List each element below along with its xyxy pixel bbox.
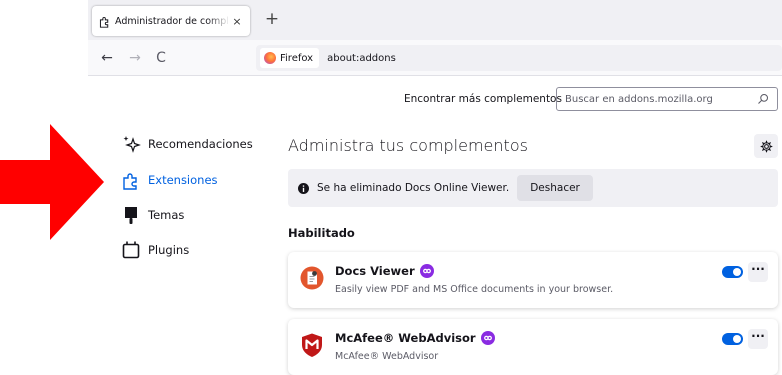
back-button[interactable]: ← <box>98 49 116 67</box>
section-heading-enabled: Habilitado <box>288 226 355 240</box>
recommended-badge-icon <box>419 264 434 278</box>
forward-button[interactable]: → <box>126 49 144 67</box>
identity-label: Firefox <box>280 52 314 64</box>
addon-enable-toggle[interactable] <box>722 333 743 345</box>
sidebar-item-label: Plugins <box>148 243 190 257</box>
plugin-icon <box>121 240 141 260</box>
sidebar-item-plugins[interactable]: Plugins <box>121 238 189 262</box>
sidebar-item-label: Recomendaciones <box>148 137 253 151</box>
sidebar-item-themes[interactable]: Temas <box>121 203 184 227</box>
navigation-toolbar: ← → C Firefox about:addons <box>88 40 782 76</box>
recommended-badge-icon <box>480 331 495 345</box>
reload-button[interactable]: C <box>152 49 170 67</box>
new-tab-button[interactable]: + <box>262 9 282 29</box>
sidebar-item-label: Temas <box>148 208 185 222</box>
undo-button[interactable]: Deshacer <box>517 175 593 201</box>
tools-menu-button[interactable] <box>754 134 778 158</box>
url-bar[interactable]: Firefox about:addons <box>256 45 782 71</box>
puzzle-icon <box>99 16 109 28</box>
puzzle-icon <box>121 170 141 190</box>
addon-name[interactable]: Docs Viewer <box>335 264 415 278</box>
addon-more-options-button[interactable]: ··· <box>748 262 768 282</box>
close-tab-icon[interactable]: × <box>230 15 244 28</box>
addon-card-mcafee-webadvisor[interactable]: McAfee® WebAdvisor McAfee® WebAdvisor ··… <box>288 319 778 375</box>
sidebar-item-recommendations[interactable]: Recomendaciones <box>121 132 253 156</box>
addon-name[interactable]: McAfee® WebAdvisor <box>335 331 476 345</box>
removal-notice: Se ha eliminado Docs Online Viewer. Desh… <box>288 169 778 207</box>
url-text[interactable]: about:addons <box>327 53 396 64</box>
gear-icon <box>760 140 772 152</box>
search-icon <box>758 93 769 104</box>
notice-message: Se ha eliminado Docs Online Viewer. <box>317 182 510 194</box>
brush-icon <box>121 205 141 225</box>
info-icon <box>298 182 309 194</box>
firefox-logo-icon <box>264 52 276 64</box>
sidebar-item-extensions[interactable]: Extensiones <box>121 168 218 192</box>
addon-card-docs-viewer[interactable]: Docs Viewer Easily view PDF and MS Offic… <box>288 252 778 308</box>
addons-search-input[interactable]: Buscar en addons.mozilla.org <box>556 87 778 111</box>
identity-box[interactable]: Firefox <box>260 48 320 68</box>
addon-description: McAfee® WebAdvisor <box>335 351 439 362</box>
search-placeholder: Buscar en addons.mozilla.org <box>565 93 713 105</box>
mcafee-shield-icon <box>302 333 322 357</box>
find-more-addons-label: Encontrar más complementos <box>404 93 562 105</box>
tab-addons-manager[interactable]: Administrador de complementos × <box>92 6 250 36</box>
tab-title: Administrador de complementos <box>115 15 230 27</box>
red-arrow-annotation <box>0 124 104 240</box>
addon-enable-toggle[interactable] <box>722 266 743 278</box>
sidebar-item-label: Extensiones <box>148 173 218 187</box>
sparkle-icon <box>121 134 141 154</box>
tab-strip: Administrador de complementos × + <box>88 0 782 40</box>
addon-more-options-button[interactable]: ··· <box>748 329 768 349</box>
docs-viewer-icon <box>300 266 324 290</box>
addon-description: Easily view PDF and MS Office documents … <box>335 284 614 295</box>
page-title: Administra tus complementos <box>288 136 528 155</box>
